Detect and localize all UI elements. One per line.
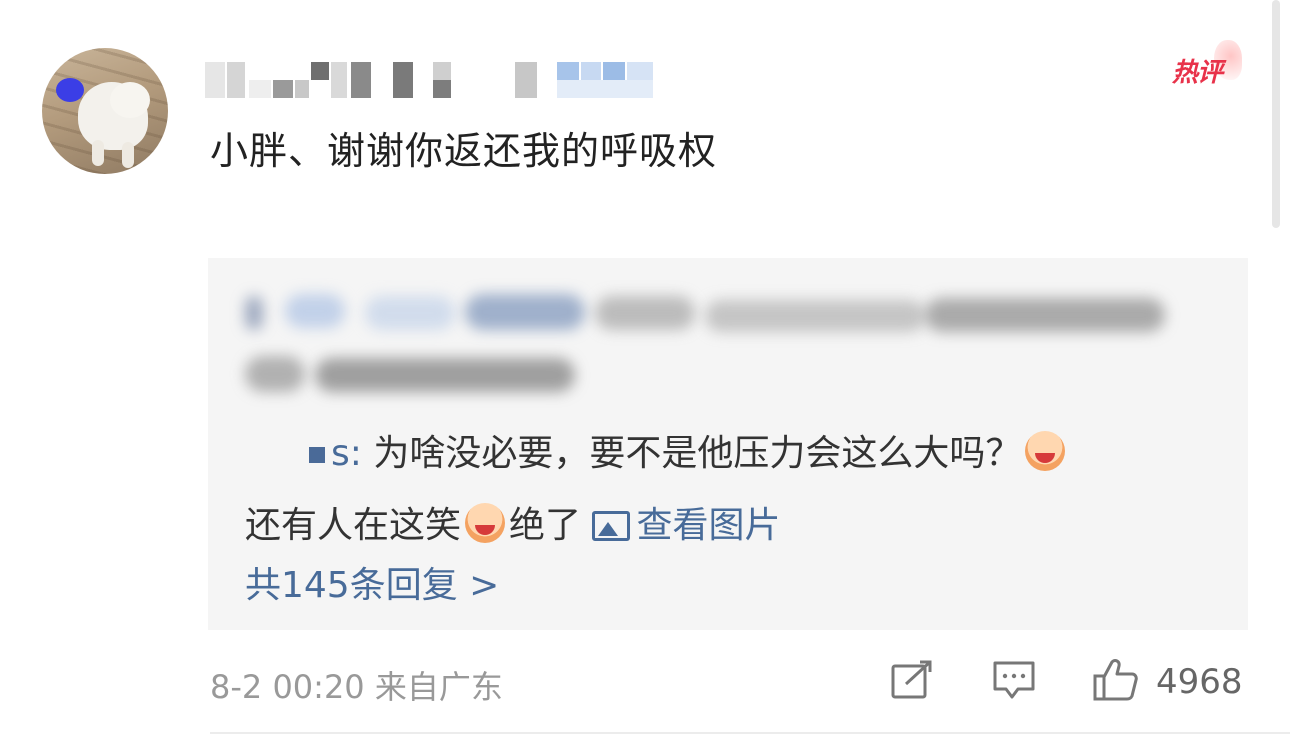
avatar[interactable] (42, 48, 168, 174)
avatar-dog-leg (92, 140, 104, 166)
avatar-dog-head (110, 82, 150, 118)
comment-text: 小胖、谢谢你返还我的呼吸权 (210, 129, 718, 173)
username-redacted[interactable] (205, 62, 665, 98)
reply-author-name[interactable]: s: (331, 433, 362, 474)
comment-icon[interactable] (992, 660, 1036, 700)
image-icon (592, 511, 631, 541)
reply-text: 还有人在这笑 (245, 505, 462, 546)
hot-comment-badge: 热评 (1172, 58, 1223, 88)
reply-redacted-line (245, 350, 585, 398)
reply-redacted[interactable] (245, 290, 1205, 400)
scrollbar[interactable] (1272, 0, 1280, 228)
view-all-replies-link[interactable]: 共145条回复 > (245, 556, 499, 608)
like-count: 4968 (1156, 662, 1243, 702)
reply-item[interactable]: s: 为啥没必要，要不是他压力会这么大吗？ 还有人在这笑 绝了 查看图片 (245, 418, 1235, 562)
edit-share-icon[interactable] (890, 660, 934, 700)
laughing-emoji-icon (1025, 431, 1066, 471)
reply-text: 为啥没必要，要不是他压力会这么大吗？ (361, 433, 1022, 474)
view-image-link[interactable]: 查看图片 (592, 505, 781, 546)
thumbs-up-icon[interactable] (1092, 658, 1138, 702)
divider (210, 732, 1290, 734)
avatar-dog-tail (56, 78, 84, 102)
reply-redacted-line (245, 290, 1165, 338)
comment-meta: 8-2 00:20 来自广东 (210, 668, 503, 706)
view-image-label: 查看图片 (636, 505, 781, 546)
laughing-emoji-icon (465, 503, 506, 543)
avatar-dog-leg (122, 142, 134, 168)
reply-author-redacted[interactable] (309, 447, 325, 463)
reply-text: 绝了 (509, 505, 582, 546)
